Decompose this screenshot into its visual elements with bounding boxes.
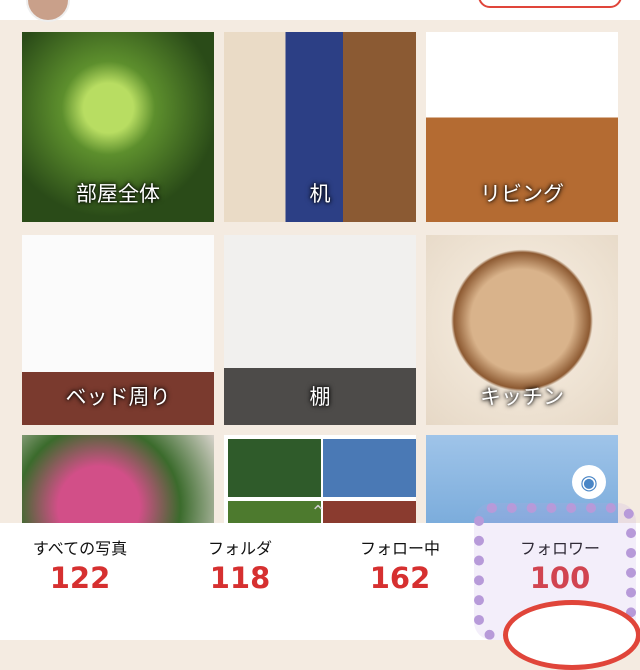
collage-photo bbox=[323, 439, 416, 497]
folder-label: 机 bbox=[309, 182, 331, 206]
folder-label: 棚 bbox=[309, 385, 331, 409]
stat-count: 122 bbox=[49, 561, 111, 595]
stat-folders[interactable]: フォルダ 118 bbox=[160, 523, 320, 640]
chevron-up-icon[interactable]: ⌃ bbox=[296, 503, 340, 523]
stat-label: すべての写真 bbox=[32, 539, 128, 558]
stat-label: フォルダ bbox=[207, 539, 272, 558]
stat-count: 162 bbox=[369, 561, 431, 595]
folder-grid: 部屋全体 机 リビング ベッド周り 棚 キッチン ◉ bbox=[0, 20, 640, 555]
folder-label: 部屋全体 bbox=[76, 182, 160, 206]
profile-header bbox=[0, 0, 640, 22]
folder-label: リビング bbox=[480, 182, 564, 206]
stat-all-photos[interactable]: すべての写真 122 bbox=[0, 523, 160, 640]
folder-label: キッチン bbox=[480, 385, 564, 409]
floating-action-button[interactable] bbox=[503, 600, 640, 670]
header-action-button[interactable] bbox=[478, 0, 622, 8]
avatar[interactable] bbox=[26, 0, 70, 22]
camera-icon[interactable]: ◉ bbox=[572, 465, 606, 499]
folder-tile[interactable]: 机 bbox=[224, 32, 416, 222]
folder-tile[interactable]: ベッド周り bbox=[22, 235, 214, 425]
folder-tile[interactable]: リビング bbox=[426, 32, 618, 222]
stat-following[interactable]: フォロー中 162 bbox=[320, 523, 480, 640]
collage-photo bbox=[228, 439, 321, 497]
folder-tile[interactable]: 部屋全体 bbox=[22, 32, 214, 222]
folder-label: ベッド周り bbox=[65, 385, 171, 409]
folder-tile[interactable]: キッチン bbox=[426, 235, 618, 425]
stat-label: フォロー中 bbox=[359, 539, 440, 558]
stat-count: 118 bbox=[209, 561, 271, 595]
folder-tile[interactable]: 棚 bbox=[224, 235, 416, 425]
